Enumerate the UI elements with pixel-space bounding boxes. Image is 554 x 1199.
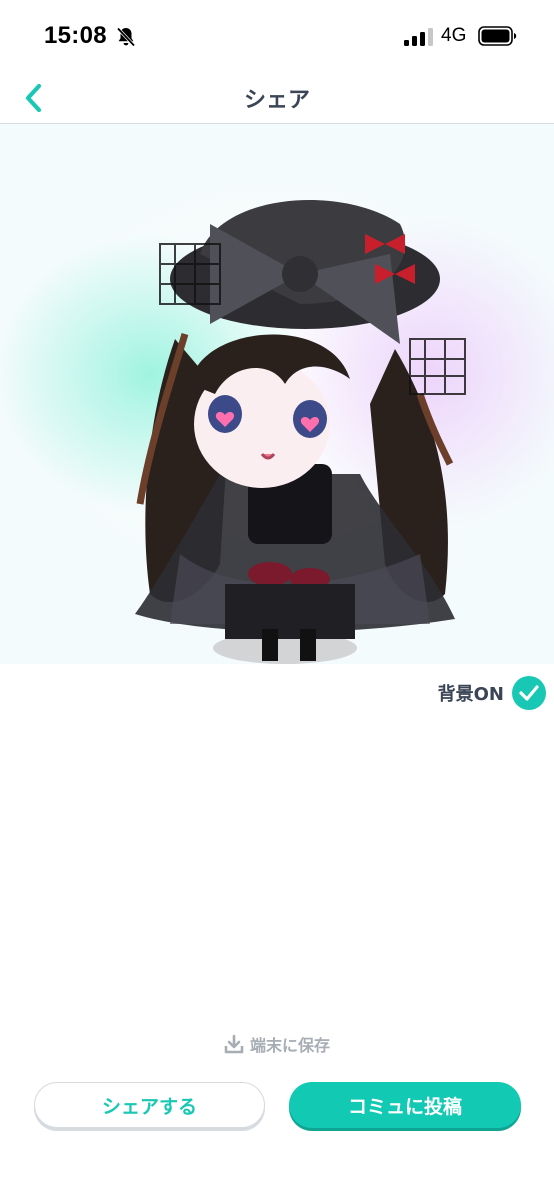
status-time: 15:08 xyxy=(44,22,107,49)
background-toggle-label: 背景ON xyxy=(437,684,504,705)
check-icon[interactable] xyxy=(512,676,546,710)
status-bar: 15:08 4G xyxy=(0,0,554,72)
bell-slash-icon xyxy=(116,27,136,47)
checkmark-icon xyxy=(519,685,539,701)
avatar-image xyxy=(135,200,466,664)
background-toggle[interactable]: 背景ON xyxy=(438,674,546,712)
nav-bar: シェア xyxy=(0,72,554,124)
post-to-community-button[interactable]: コミュに投稿 xyxy=(289,1082,521,1128)
signal-icon xyxy=(404,28,433,46)
share-button[interactable]: シェアする xyxy=(34,1082,265,1128)
save-to-device-link[interactable]: 端末に保存 xyxy=(0,1032,554,1056)
save-label: 端末に保存 xyxy=(249,1036,330,1055)
battery-icon xyxy=(478,26,517,46)
avatar-preview xyxy=(0,124,554,664)
network-label: 4G xyxy=(441,25,467,46)
page-title: シェア xyxy=(243,88,310,113)
download-icon xyxy=(224,1034,244,1054)
